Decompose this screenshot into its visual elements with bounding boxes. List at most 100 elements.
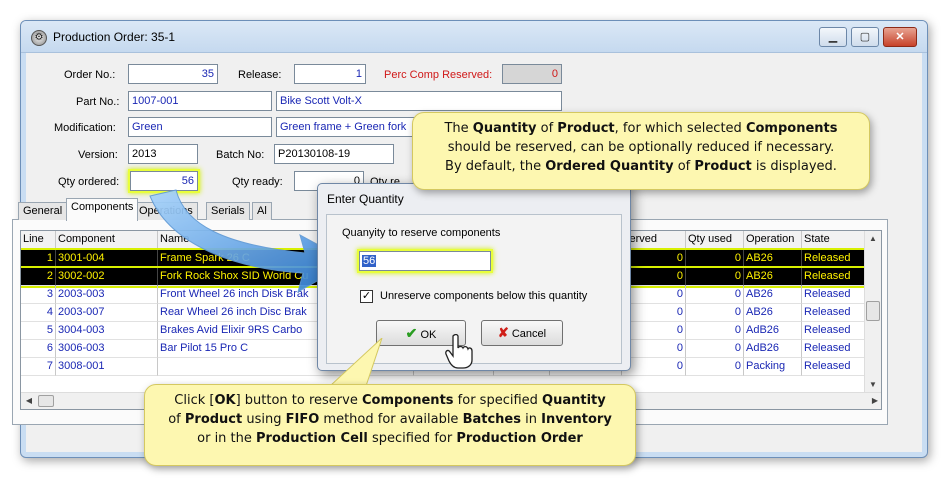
cell-op[interactable]: Packing	[744, 358, 802, 376]
minimize-button[interactable]: ▁	[819, 27, 847, 47]
modification-label: Modification:	[54, 122, 116, 134]
close-button[interactable]: ✕	[883, 27, 917, 47]
cell-op[interactable]: AB26	[744, 304, 802, 322]
part-no-field[interactable]: 1007-001	[128, 91, 272, 111]
batch-no-label: Batch No:	[216, 149, 265, 161]
cell-state[interactable]: Released	[802, 286, 866, 304]
dialog-title: Enter Quantity	[327, 192, 404, 206]
callout-top-line1: The Quantity of Product, for which selec…	[444, 121, 838, 136]
cell-component[interactable]: 3006-003	[56, 340, 158, 358]
cell-used[interactable]: 0	[686, 340, 744, 358]
order-no-field[interactable]: 35	[128, 64, 218, 84]
cell-state[interactable]: Released	[802, 250, 866, 268]
cell-served[interactable]: 0	[622, 304, 686, 322]
cell-line[interactable]: 1	[21, 250, 56, 268]
title-bar[interactable]: ⚙ Production Order: 35-1 ▁ ▢ ✕	[21, 21, 927, 53]
tab-components[interactable]: Components	[66, 198, 139, 221]
modification-field[interactable]: Green	[128, 117, 272, 137]
col-component[interactable]: Component	[56, 231, 158, 249]
col-operation[interactable]: Operation	[744, 231, 802, 249]
cell-op[interactable]: AB26	[744, 268, 802, 286]
tab-more[interactable]: Al	[252, 202, 272, 220]
qty-ordered-field[interactable]: 56	[130, 171, 198, 191]
callout-bottom-line2: of Product using FIFO method for availab…	[168, 412, 612, 427]
col-qty-used[interactable]: Qty used	[686, 231, 744, 249]
cell-component[interactable]: 3004-003	[56, 322, 158, 340]
cell-used[interactable]: 0	[686, 286, 744, 304]
unreserve-checkbox-label: Unreserve components below this quantity	[380, 290, 588, 302]
cell-served[interactable]: 0	[622, 286, 686, 304]
cell-line[interactable]: 6	[21, 340, 56, 358]
cell-state[interactable]: Released	[802, 268, 866, 286]
version-label: Version:	[78, 149, 118, 161]
tab-operations[interactable]: Operations	[134, 202, 198, 220]
version-field[interactable]: 2013	[128, 144, 198, 164]
scroll-thumb[interactable]	[866, 301, 880, 321]
callout-bottom-line1: Click [OK] button to reserve Components …	[174, 393, 606, 408]
reserve-quantity-value: 56	[362, 255, 377, 267]
cell-component[interactable]: 2003-003	[56, 286, 158, 304]
tab-general[interactable]: General	[18, 202, 68, 220]
cancel-button[interactable]: ✘ Cancel	[481, 320, 563, 346]
perc-comp-reserved-label: Perc Comp Reserved:	[384, 69, 493, 81]
scroll-down-icon[interactable]: ▼	[865, 377, 881, 393]
scroll-right-icon[interactable]: ▶	[867, 393, 881, 409]
hscroll-thumb[interactable]	[38, 395, 54, 407]
release-field[interactable]: 1	[294, 64, 366, 84]
cell-line[interactable]: 2	[21, 268, 56, 286]
cell-state[interactable]: Released	[802, 340, 866, 358]
cell-state[interactable]: Released	[802, 304, 866, 322]
cell-used[interactable]: 0	[686, 304, 744, 322]
cell-op[interactable]: AdB26	[744, 322, 802, 340]
cell-op[interactable]: AB26	[744, 250, 802, 268]
cell-component[interactable]: 3008-001	[56, 358, 158, 376]
scroll-up-icon[interactable]: ▲	[865, 231, 881, 247]
ok-button-label: OK	[420, 329, 437, 341]
unreserve-checkbox[interactable]: ✓	[360, 290, 373, 303]
callout-top-line2: should be reserved, can be optionally re…	[447, 140, 835, 155]
cell-line[interactable]: 4	[21, 304, 56, 322]
perc-comp-reserved-field: 0	[502, 64, 562, 84]
app-icon: ⚙	[31, 30, 47, 46]
part-name-field[interactable]: Bike Scott Volt-X	[276, 91, 562, 111]
cell-component[interactable]: 2003-007	[56, 304, 158, 322]
callout-bottom-line3: or in the Production Cell specified for …	[197, 431, 583, 446]
qty-ready-label: Qty ready:	[232, 176, 283, 188]
cell-component[interactable]: 3001-004	[56, 250, 158, 268]
callout-quantity: The Quantity of Product, for which selec…	[412, 112, 870, 190]
cell-used[interactable]: 0	[686, 322, 744, 340]
cancel-button-label: Cancel	[511, 328, 547, 340]
cell-line[interactable]: 7	[21, 358, 56, 376]
cell-op[interactable]: AB26	[744, 286, 802, 304]
cell-state[interactable]: Released	[802, 322, 866, 340]
scroll-left-icon[interactable]: ◀	[21, 393, 37, 409]
cancel-x-icon: ✘	[497, 325, 509, 340]
part-no-label: Part No.:	[76, 96, 120, 108]
check-icon: ✔	[405, 325, 418, 341]
batch-no-field[interactable]: P20130108-19	[274, 144, 394, 164]
qty-ordered-label: Qty ordered:	[58, 176, 120, 188]
cell-line[interactable]: 5	[21, 322, 56, 340]
cell-used[interactable]: 0	[686, 358, 744, 376]
cell-state[interactable]: Released	[802, 358, 866, 376]
cell-used[interactable]: 0	[686, 250, 744, 268]
col-line[interactable]: Line	[21, 231, 56, 249]
window-title: Production Order: 35-1	[53, 30, 176, 44]
maximize-button[interactable]: ▢	[851, 27, 879, 47]
col-state[interactable]: State	[802, 231, 866, 249]
cell-op[interactable]: AdB26	[744, 340, 802, 358]
cell-served[interactable]: 0	[622, 268, 686, 286]
grid-vertical-scrollbar[interactable]: ▲ ▼	[864, 231, 881, 393]
cell-served[interactable]: 0	[622, 250, 686, 268]
callout-top-line3: By default, the Ordered Quantity of Prod…	[445, 159, 837, 174]
reserve-quantity-input[interactable]: 56	[359, 251, 491, 271]
cell-served[interactable]: 0	[622, 322, 686, 340]
cell-line[interactable]: 3	[21, 286, 56, 304]
cell-component[interactable]: 3002-002	[56, 268, 158, 286]
cell-served[interactable]: 0	[622, 340, 686, 358]
cell-used[interactable]: 0	[686, 268, 744, 286]
col-served[interactable]: served	[622, 231, 686, 249]
cell-served[interactable]: 0	[622, 358, 686, 376]
hand-cursor-icon	[445, 334, 473, 369]
tab-serials[interactable]: Serials	[206, 202, 250, 220]
